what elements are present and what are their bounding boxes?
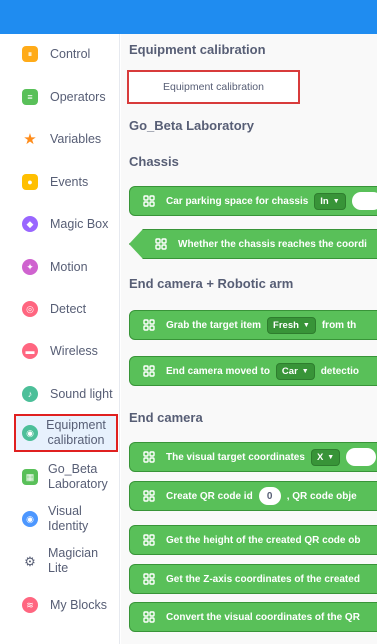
- equipment-calibration-button-label: Equipment calibration: [163, 81, 264, 93]
- section-header-end-camera-robotic-arm: End camera + Robotic arm: [129, 276, 294, 291]
- motion-icon: ✦: [22, 259, 38, 275]
- magic-box-icon: ◆: [22, 216, 38, 232]
- dropdown-arrow-icon: ▼: [301, 367, 309, 375]
- block-extension-icon: [142, 489, 156, 503]
- control-icon: ⏸: [22, 46, 38, 62]
- my-blocks-icon: ≋: [22, 597, 38, 613]
- operators-icon: ≡: [22, 89, 38, 105]
- category-label: Equipment calibration: [46, 418, 106, 447]
- category-detect[interactable]: ◎ Detect: [22, 301, 118, 317]
- section-header-go-beta: Go_Beta Laboratory: [129, 118, 254, 133]
- block-extension-icon: [142, 450, 156, 464]
- category-label: Control: [50, 46, 91, 61]
- category-magic-box[interactable]: ◆ Magic Box: [22, 216, 118, 232]
- category-label: Magic Box: [50, 216, 109, 231]
- category-events[interactable]: ● Events: [22, 174, 118, 190]
- block-chassis-reaches[interactable]: Whether the chassis reaches the coordi: [129, 229, 377, 259]
- category-sound-light[interactable]: ♪ Sound light: [22, 386, 118, 402]
- dropdown-value: In: [320, 195, 329, 207]
- category-label: My Blocks: [50, 597, 107, 612]
- block-text: The visual target coordinates: [166, 451, 305, 463]
- equipment-calibration-button[interactable]: Equipment calibration: [127, 70, 300, 104]
- go-beta-laboratory-icon: ▦: [22, 469, 38, 485]
- category-motion[interactable]: ✦ Motion: [22, 259, 118, 275]
- visual-identity-icon: ◉: [22, 511, 38, 527]
- block-palette: Equipment calibration Equipment calibrat…: [121, 34, 377, 644]
- category-visual-identity[interactable]: ◉ Visual Identity: [22, 504, 118, 534]
- category-my-blocks[interactable]: ≋ My Blocks: [22, 597, 118, 613]
- section-header-chassis: Chassis: [129, 154, 179, 169]
- dropdown-value: Car: [281, 365, 298, 377]
- block-text: Create QR code id: [166, 490, 253, 502]
- detect-icon: ◎: [22, 301, 38, 317]
- magician-lite-icon: ⚙: [24, 553, 36, 569]
- block-text: Car parking space for chassis: [166, 195, 309, 207]
- category-label: Operators: [50, 89, 106, 104]
- block-visual-target-coordinates[interactable]: The visual target coordinates X ▼: [129, 442, 377, 472]
- category-label: Sound light: [50, 386, 113, 401]
- block-extension-icon: [154, 237, 168, 251]
- category-label: Motion: [50, 259, 88, 274]
- block-z-axis-coordinates[interactable]: Get the Z-axis coordinates of the create…: [129, 564, 377, 594]
- category-label: Visual Identity: [48, 504, 89, 533]
- block-create-qr-code[interactable]: Create QR code id 0 , QR code obje: [129, 481, 377, 511]
- section-header-equipment-calibration: Equipment calibration: [129, 42, 266, 57]
- dropdown-arrow-icon: ▼: [332, 197, 340, 205]
- dropdown-arrow-icon: ▼: [327, 453, 335, 461]
- category-label: Wireless: [50, 343, 98, 358]
- qr-id-input[interactable]: 0: [258, 487, 281, 505]
- category-label: Variables: [50, 131, 102, 146]
- category-wireless[interactable]: ▬ Wireless: [22, 343, 118, 359]
- block-text: Get the height of the created QR code ob: [166, 534, 361, 546]
- block-text-tail: , QR code obje: [286, 490, 357, 502]
- block-extension-icon: [142, 194, 156, 208]
- block-extension-icon: [142, 533, 156, 547]
- grab-dropdown[interactable]: Fresh ▼: [267, 316, 316, 334]
- block-car-parking[interactable]: Car parking space for chassis In ▼: [129, 186, 377, 216]
- visual-target-dropdown[interactable]: X ▼: [310, 448, 341, 466]
- category-control[interactable]: ⏸ Control: [22, 46, 118, 62]
- variables-icon: ★: [23, 130, 37, 148]
- sound-light-icon: ♪: [22, 386, 38, 402]
- block-convert-visual-coordinates[interactable]: Convert the visual coordinates of the QR: [129, 602, 377, 632]
- category-label: Go_Beta Laboratory: [48, 462, 108, 491]
- block-text: Get the Z-axis coordinates of the create…: [166, 573, 360, 585]
- events-icon: ●: [22, 174, 38, 190]
- block-extension-icon: [142, 364, 156, 378]
- block-text: End camera moved to: [166, 365, 270, 377]
- category-go-beta-laboratory[interactable]: ▦ Go_Beta Laboratory: [22, 462, 118, 492]
- wireless-icon: ▬: [22, 343, 38, 359]
- top-bar: [0, 0, 377, 34]
- category-label: Magician Lite: [48, 546, 99, 575]
- block-text: Convert the visual coordinates of the QR: [166, 611, 360, 623]
- block-extension-icon: [142, 610, 156, 624]
- category-label: Detect: [50, 301, 87, 316]
- parking-dropdown[interactable]: In ▼: [314, 192, 346, 210]
- category-operators[interactable]: ≡ Operators: [22, 89, 118, 105]
- section-header-end-camera: End camera: [129, 410, 203, 425]
- category-sidebar: ⏸ Control ≡ Operators ★ Variables ● Even…: [0, 34, 120, 644]
- category-variables[interactable]: ★ Variables: [22, 131, 118, 147]
- category-label: Events: [50, 174, 89, 189]
- equipment-calibration-icon: ◉: [22, 425, 38, 441]
- visual-target-input[interactable]: [346, 448, 377, 466]
- dropdown-value: Fresh: [273, 319, 299, 331]
- block-height-qr-code[interactable]: Get the height of the created QR code ob: [129, 525, 377, 555]
- camera-moved-dropdown[interactable]: Car ▼: [275, 362, 315, 380]
- block-extension-icon: [142, 572, 156, 586]
- block-extension-icon: [142, 318, 156, 332]
- dropdown-arrow-icon: ▼: [302, 321, 310, 329]
- category-magician-lite[interactable]: ⚙ Magician Lite: [22, 546, 118, 576]
- block-text-tail: from th: [321, 319, 357, 331]
- dropdown-value: X: [316, 451, 324, 463]
- block-end-camera-moved[interactable]: End camera moved to Car ▼ detectio: [129, 356, 377, 386]
- category-equipment-calibration[interactable]: ◉ Equipment calibration: [14, 414, 118, 452]
- block-text: Grab the target item: [166, 319, 262, 331]
- block-text-tail: detectio: [320, 365, 360, 377]
- parking-input[interactable]: [351, 192, 377, 210]
- block-grab-target[interactable]: Grab the target item Fresh ▼ from th: [129, 310, 377, 340]
- block-text: Whether the chassis reaches the coordi: [178, 238, 367, 250]
